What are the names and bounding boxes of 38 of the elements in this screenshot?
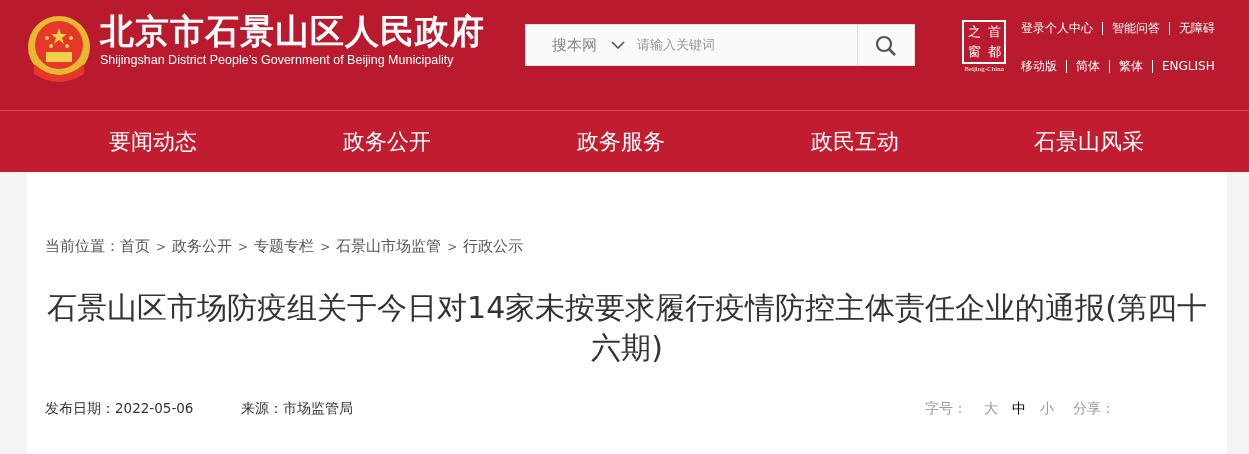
site-subtitle: Shijingshan District People’s Government of Beijing Municipality [100,52,455,68]
search-icon [875,34,897,57]
site-title: 北京市石景山区人民政府 [100,10,485,52]
breadcrumb-link[interactable]: 石景山市场监管 [336,236,442,258]
article-title: 石景山区市场防疫组关于今日对14家未按要求履行疫情防控主体责任企业的通报(第四十六期) [46,288,1208,367]
breadcrumb-separator: > [237,238,250,256]
search-bar[interactable]: 搜本网 请输入关键词 [525,24,915,66]
scope-dropdown[interactable]: 搜本网 [526,25,635,65]
top-link[interactable]: 登录个人中心 [1021,19,1093,37]
publish-date: 发布日期：2022-05-06 [45,398,194,418]
nav-link[interactable]: 要闻动态 [35,125,270,158]
top-link[interactable]: 智能问答 [1112,19,1160,37]
logo-character: 都 [986,43,1002,61]
nav-link[interactable]: 石景山风采 [971,125,1206,158]
font-size-option[interactable]: 中 [1005,397,1033,418]
breadcrumb-link[interactable]: 首页 [120,236,150,258]
breadcrumb-separator: > [155,238,168,256]
top-link[interactable]: 繁体 [1119,57,1143,75]
article-source: 来源：市场监管局 [241,398,354,418]
breadcrumb-separator: > [319,238,332,256]
top-link[interactable]: 简体 [1076,57,1100,75]
top-link[interactable]: 无障碍 [1179,19,1215,37]
breadcrumb-separator: > [446,238,459,256]
logo-character: 窗 [966,43,982,61]
logo-character: 首 [986,23,1002,41]
top-link[interactable]: ENGLISH [1162,57,1215,75]
nav-link[interactable]: 政民互动 [737,125,972,158]
nav-link[interactable]: 政务公开 [269,125,504,158]
nav-link[interactable]: 政务服务 [503,125,738,158]
breadcrumb-link[interactable]: 政务公开 [172,236,233,258]
share-label: 分享： [1073,398,1115,418]
chevron-down-icon [611,41,625,49]
top-link[interactable]: 移动版 [1021,57,1057,75]
font-size-label: 字号： [925,398,967,418]
breadcrumb-link[interactable]: 专题专栏 [254,236,315,258]
logo-character: 之 [966,23,982,41]
breadcrumb-label: 当前位置： [45,237,120,256]
breadcrumb-link[interactable]: 行政公示 [463,236,524,258]
